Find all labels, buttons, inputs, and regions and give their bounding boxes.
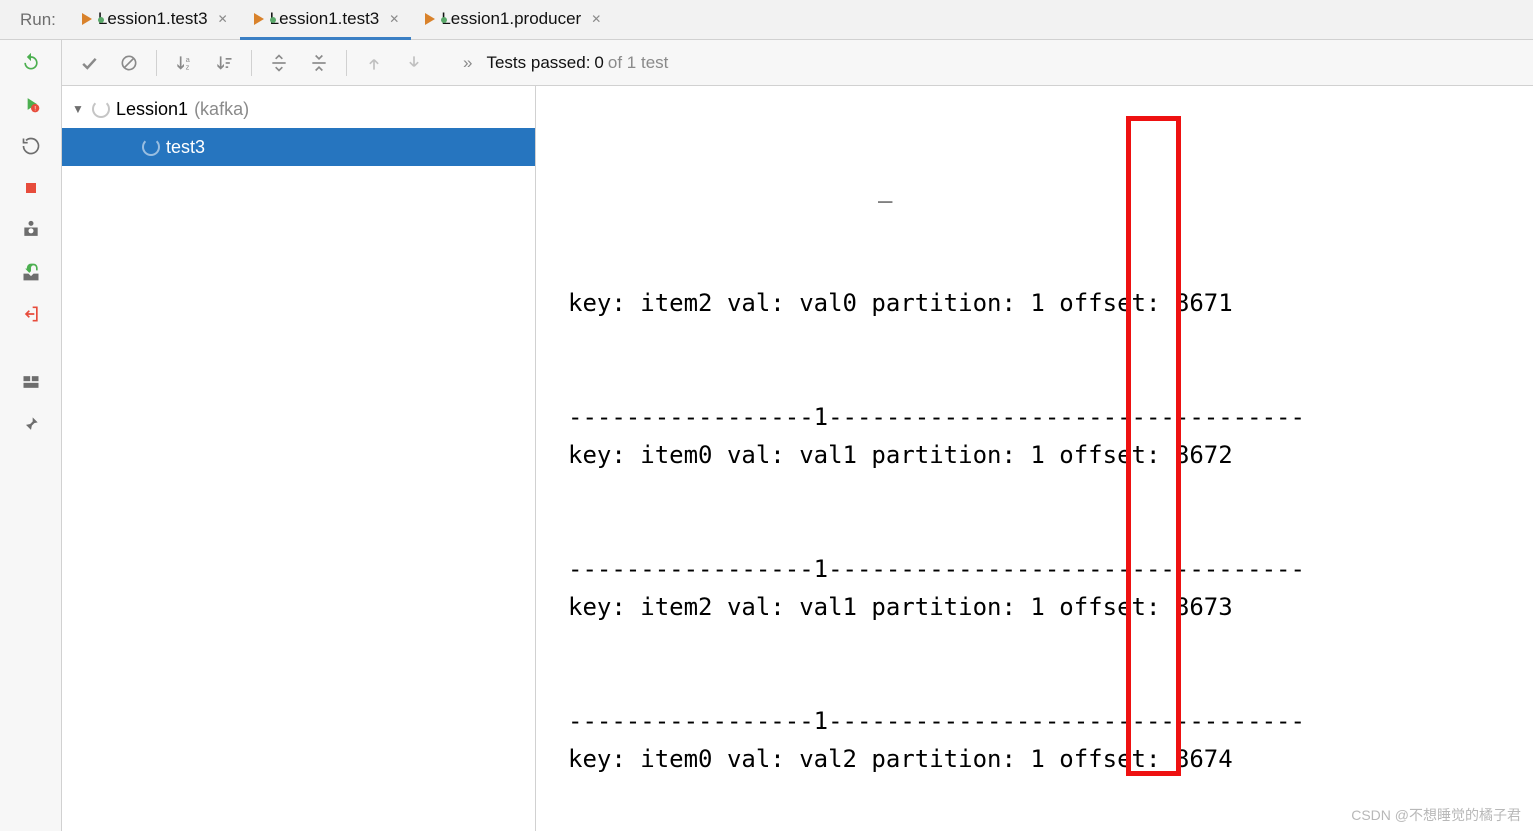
rerun-failed-button[interactable]: ! (19, 92, 43, 116)
close-icon[interactable]: ✕ (214, 12, 232, 26)
rerun-button[interactable] (19, 50, 43, 74)
import-tests-button[interactable] (19, 260, 43, 284)
sort-by-duration-button[interactable] (207, 47, 241, 79)
console-line: key: item2 val: val0 partition: 1 offset… (568, 284, 1533, 322)
run-label: Run: (0, 10, 68, 30)
close-icon[interactable]: ✕ (385, 12, 403, 26)
toolbar-separator (346, 50, 347, 76)
run-main: az » (62, 40, 1533, 831)
tree-node-label: Lession1 (116, 99, 188, 120)
watermark: CSDN @不想睡觉的橘子君 (1351, 805, 1521, 825)
show-ignored-button[interactable] (112, 47, 146, 79)
close-icon[interactable]: ✕ (587, 12, 605, 26)
console-line: key: item0 val: val2 partition: 1 offset… (568, 740, 1533, 778)
console-line: -----------------1----------------------… (568, 702, 1533, 740)
exit-button[interactable] (19, 302, 43, 326)
expand-all-button[interactable] (262, 47, 296, 79)
console-line (568, 474, 1533, 512)
test-toolbar: az » (62, 40, 1533, 86)
svg-text:z: z (186, 62, 190, 71)
console-line (568, 626, 1533, 664)
tab-lession1-test3-1[interactable]: Lession1.test3 ✕ (68, 0, 240, 40)
stop-button[interactable] (19, 176, 43, 200)
tree-node-label: test3 (166, 137, 205, 158)
tab-title: Lession1.producer (441, 9, 581, 29)
console-line (568, 512, 1533, 550)
console-line (568, 322, 1533, 360)
tab-lession1-test3-2[interactable]: Lession1.test3 ✕ (240, 0, 412, 40)
sort-alphabetically-button[interactable]: az (167, 47, 201, 79)
status-suffix: of 1 test (608, 53, 668, 73)
status-prefix: Tests passed: (486, 53, 590, 73)
svg-text:!: ! (34, 106, 36, 113)
tree-node-qualifier: (kafka) (194, 99, 249, 120)
layout-button[interactable] (19, 370, 43, 394)
previous-failed-button[interactable] (357, 47, 391, 79)
console-output[interactable]: _ key: item2 val: val0 partition: 1 offs… (536, 86, 1533, 831)
spinner-icon (142, 138, 160, 156)
tab-lession1-producer[interactable]: Lession1.producer ✕ (411, 0, 613, 40)
chevron-down-icon[interactable]: ▼ (72, 102, 86, 116)
toolbar-separator (251, 50, 252, 76)
run-tabs-row: Run: Lession1.test3 ✕ Lession1.test3 ✕ L… (0, 0, 1533, 40)
toggle-auto-test-button[interactable] (19, 134, 43, 158)
toolbar-separator (156, 50, 157, 76)
console-line (568, 360, 1533, 398)
console-line: key: item2 val: val1 partition: 1 offset… (568, 588, 1533, 626)
tree-node-test3[interactable]: test3 (62, 128, 535, 166)
test-run-icon (254, 13, 264, 25)
test-status: Tests passed: 0 of 1 test (486, 53, 668, 73)
tree-node-lession1[interactable]: ▼ Lession1 (kafka) (62, 90, 535, 128)
status-count: 0 (594, 53, 603, 73)
more-chevron[interactable]: » (463, 53, 472, 73)
test-tree[interactable]: ▼ Lession1 (kafka) test3 (62, 86, 536, 831)
run-gutter: ! (0, 40, 62, 831)
console-line: -----------------1----------------------… (568, 550, 1533, 588)
dump-threads-button[interactable] (19, 218, 43, 242)
test-run-icon (82, 13, 92, 25)
collapse-all-button[interactable] (302, 47, 336, 79)
next-failed-button[interactable] (397, 47, 431, 79)
console-line (568, 664, 1533, 702)
spinner-icon (92, 100, 110, 118)
tab-title: Lession1.test3 (98, 9, 208, 29)
tab-title: Lession1.test3 (270, 9, 380, 29)
console-line: _ (568, 170, 1533, 208)
console-line: key: item0 val: val1 partition: 1 offset… (568, 436, 1533, 474)
show-passed-button[interactable] (72, 47, 106, 79)
pin-button[interactable] (19, 412, 43, 436)
test-run-icon (425, 13, 435, 25)
console-line: -----------------1----------------------… (568, 398, 1533, 436)
